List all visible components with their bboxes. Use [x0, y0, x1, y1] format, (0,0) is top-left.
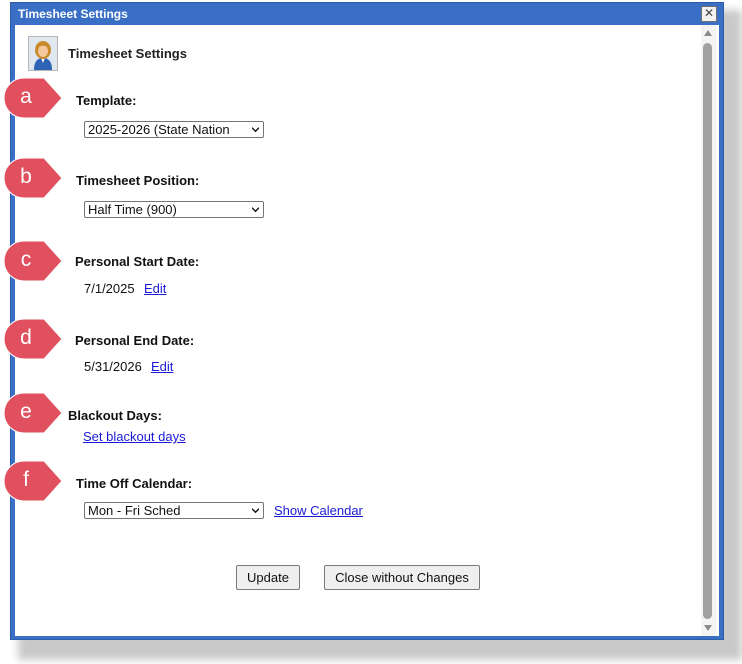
scrollbar-thumb[interactable] [703, 43, 712, 619]
callout-letter: f [23, 468, 29, 491]
callout-marker-a: a [3, 77, 64, 119]
callout-marker-e: e [3, 392, 64, 434]
position-label: Timesheet Position: [76, 173, 200, 188]
title-bar[interactable]: Timesheet Settings ✕ [11, 3, 723, 25]
template-label: Template: [76, 93, 137, 108]
callout-marker-c: c [3, 240, 64, 282]
end-date-value: 5/31/2026 [84, 359, 142, 374]
chevron-down-icon [252, 127, 259, 133]
template-select-value: 2025-2026 (State Nation [88, 122, 230, 137]
position-select-value: Half Time (900) [88, 202, 177, 217]
end-date-label: Personal End Date: [75, 333, 195, 348]
update-button[interactable]: Update [236, 565, 300, 590]
template-select[interactable]: 2025-2026 (State Nation [84, 121, 264, 138]
callout-letter: b [20, 165, 32, 188]
vertical-scrollbar[interactable] [701, 25, 716, 636]
callout-marker-b: b [3, 157, 64, 199]
dialog-body: Timesheet Settings Template: 2025-2026 (… [15, 25, 719, 636]
scroll-up-arrow-icon[interactable] [704, 30, 712, 36]
start-date-edit-link[interactable]: Edit [144, 281, 166, 296]
user-avatar-icon [28, 36, 58, 71]
calendar-select-value: Mon - Fri Sched [88, 503, 181, 518]
chevron-down-icon [252, 508, 259, 514]
page-title: Timesheet Settings [68, 46, 187, 61]
start-date-label: Personal Start Date: [75, 254, 200, 269]
start-date-value: 7/1/2025 [84, 281, 135, 296]
callout-marker-f: f [3, 460, 64, 502]
set-blackout-days-link[interactable]: Set blackout days [83, 429, 186, 444]
callout-marker-d: d [3, 318, 64, 360]
scroll-down-arrow-icon[interactable] [704, 625, 712, 631]
blackout-label: Blackout Days: [68, 408, 162, 423]
position-select[interactable]: Half Time (900) [84, 201, 264, 218]
close-icon[interactable]: ✕ [701, 6, 717, 22]
callout-letter: d [20, 326, 32, 349]
callout-letter: e [20, 400, 32, 423]
calendar-label: Time Off Calendar: [76, 476, 193, 491]
show-calendar-link[interactable]: Show Calendar [274, 503, 363, 518]
end-date-edit-link[interactable]: Edit [151, 359, 173, 374]
chevron-down-icon [252, 207, 259, 213]
calendar-select[interactable]: Mon - Fri Sched [84, 502, 264, 519]
callout-letter: a [20, 85, 32, 108]
callout-letter: c [20, 248, 32, 271]
close-without-changes-button[interactable]: Close without Changes [324, 565, 480, 590]
dialog-window: Timesheet Settings ✕ Timesheet Settings … [10, 2, 724, 640]
window-title: Timesheet Settings [18, 7, 128, 21]
